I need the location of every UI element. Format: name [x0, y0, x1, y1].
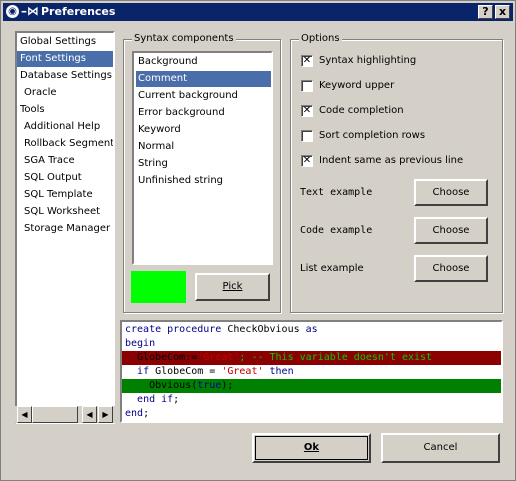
syntax-component-item[interactable]: Current background [136, 88, 271, 104]
code-token: end [125, 408, 144, 419]
nav-item[interactable]: Font Settings [17, 51, 113, 67]
code-token: GlobeCom:= [125, 352, 198, 363]
code-token: Obvious( [125, 380, 198, 391]
option-checkbox-row[interactable]: ✕ Code completion [301, 104, 491, 120]
syntax-component-item[interactable]: Error background [136, 105, 271, 121]
color-swatch [131, 271, 186, 303]
checkbox-checked-icon[interactable]: ✕ [301, 105, 313, 117]
option-checkbox-row[interactable]: ✕ Syntax highlighting [301, 54, 491, 70]
title-bar[interactable]: ◉ –⋈ Preferences ? x [3, 3, 513, 21]
nav-item[interactable]: SGA Trace [17, 153, 113, 169]
code-token: ; [173, 394, 180, 405]
syntax-component-item[interactable]: Background [136, 54, 271, 70]
code-token: create procedure [125, 324, 228, 335]
syntax-component-item[interactable]: Unfinished string [136, 173, 271, 189]
nav-item[interactable]: SQL Template [17, 187, 113, 203]
nav-item[interactable]: Global Settings [17, 34, 113, 50]
scroll-thumb[interactable] [32, 406, 78, 423]
nav-horizontal-scrollbar[interactable]: ◀ ◀ ▶ [15, 406, 115, 423]
code-token: 'Great' [197, 352, 240, 363]
list-example-label: List example [300, 263, 364, 274]
choose-label: Choose [432, 263, 470, 274]
code-token: CheckObvious [227, 324, 306, 335]
pick-color-button[interactable]: Pick [195, 273, 270, 301]
syntax-component-item[interactable]: String [136, 156, 271, 172]
nav-item[interactable]: Oracle [17, 85, 113, 101]
code-line: create procedure CheckObvious as [122, 323, 501, 337]
checkbox-checked-icon[interactable]: ✕ [301, 155, 313, 167]
scroll-right-icon[interactable]: ▶ [98, 406, 113, 423]
nav-item[interactable]: Additional Help [17, 119, 113, 135]
scroll-left-icon[interactable]: ◀ [82, 406, 97, 423]
pick-button-label: Pick [222, 281, 243, 292]
code-token: ); [221, 380, 234, 391]
syntax-components-title: Syntax components [132, 33, 236, 44]
choose-label: Choose [432, 225, 470, 236]
close-button[interactable]: x [495, 5, 510, 19]
checkbox-unchecked-icon[interactable] [301, 80, 313, 92]
code-example-label: Code example [300, 225, 373, 236]
help-button[interactable]: ? [478, 5, 493, 19]
code-token: begin [125, 338, 156, 349]
nav-item[interactable]: Storage Manager [17, 221, 113, 237]
preferences-window: ◉ –⋈ Preferences ? x Global Settings Font… [0, 0, 516, 481]
app-icon: ◉ [6, 5, 19, 18]
nav-item[interactable]: Database Settings [17, 68, 113, 84]
option-checkbox-label: Syntax highlighting [319, 55, 417, 66]
preferences-nav-list[interactable]: Global Settings Font Settings Database Set… [15, 31, 115, 424]
syntax-component-item[interactable]: Keyword [136, 122, 271, 138]
pin-icon[interactable]: –⋈ [21, 4, 39, 18]
code-preview: create procedure CheckObvious as begin Gl… [120, 320, 503, 423]
code-token: ; -- This variable doesn't exist [239, 352, 433, 363]
syntax-component-item[interactable]: Comment [136, 71, 271, 87]
window-title: Preferences [41, 5, 116, 18]
option-checkbox-row[interactable]: Keyword upper [301, 79, 491, 95]
code-line: if GlobeCom = 'Great' then [122, 365, 501, 379]
option-checkbox-label: Code completion [319, 105, 404, 116]
code-line: end; [122, 407, 501, 421]
nav-item[interactable]: SQL Output [17, 170, 113, 186]
code-line: end if; [122, 393, 501, 407]
choose-label: Choose [432, 187, 470, 198]
syntax-components-list[interactable]: Background Comment Current background Error… [132, 51, 273, 265]
code-token: 'Great' [221, 366, 270, 377]
option-checkbox-label: Indent same as previous line [319, 155, 464, 166]
code-token: GlobeCom = [155, 366, 222, 377]
nav-item[interactable]: Rollback Segments [17, 136, 113, 152]
text-example-label: Text example [300, 187, 373, 198]
checkbox-checked-icon[interactable]: ✕ [301, 55, 313, 67]
nav-item[interactable]: Tools [17, 102, 113, 118]
option-checkbox-label: Sort completion rows [319, 130, 426, 141]
option-checkbox-label: Keyword upper [319, 80, 395, 91]
option-checkbox-row[interactable]: ✕ Indent same as previous line [301, 154, 491, 170]
code-token: if [137, 366, 156, 377]
cancel-button[interactable]: Cancel [381, 433, 500, 463]
cancel-label: Cancel [423, 442, 458, 453]
checkbox-unchecked-icon[interactable] [301, 130, 313, 142]
option-checkbox-row[interactable]: Sort completion rows [301, 129, 491, 145]
text-example-choose-button[interactable]: Choose [414, 179, 488, 206]
code-token: end if [137, 394, 174, 405]
nav-item[interactable]: SQL Worksheet [17, 204, 113, 220]
code-token: true [197, 380, 222, 391]
focus-ring [255, 436, 368, 460]
code-line: Obvious(true); [122, 379, 501, 393]
options-title: Options [299, 33, 342, 44]
syntax-component-item[interactable]: Normal [136, 139, 271, 155]
list-example-choose-button[interactable]: Choose [414, 255, 488, 282]
ok-button[interactable]: Ok [252, 433, 371, 463]
code-token: as [305, 324, 318, 335]
scroll-left-icon[interactable]: ◀ [17, 406, 32, 423]
code-token: then [269, 366, 294, 377]
code-line: begin [122, 337, 501, 351]
code-line: GlobeCom:='Great'; -- This variable does… [122, 351, 501, 365]
code-example-choose-button[interactable]: Choose [414, 217, 488, 244]
code-token: ; [143, 408, 150, 419]
